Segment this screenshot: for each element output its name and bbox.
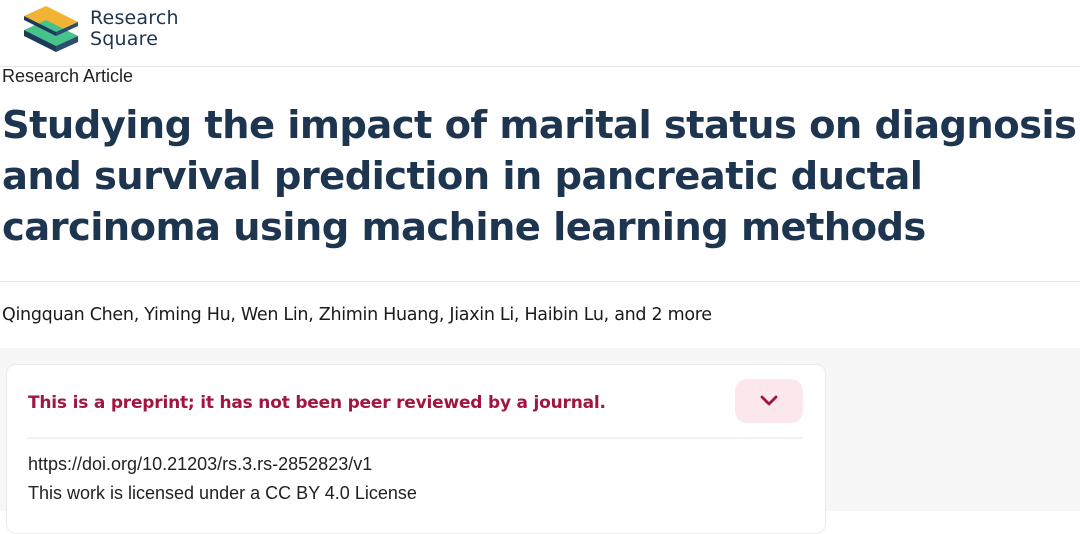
author-link[interactable]: Yiming Hu (144, 305, 230, 325)
author-link[interactable]: Qingquan Chen (2, 305, 134, 325)
site-header: Research Square (0, 0, 1080, 67)
author-link[interactable]: Jiaxin Li (449, 305, 514, 325)
article-title: Studying the impact of marital status on… (2, 103, 1077, 250)
site-name: Research Square (90, 8, 179, 50)
card-divider (27, 437, 803, 439)
author-link[interactable]: Haibin Lu (524, 305, 604, 325)
chevron-down-icon (760, 395, 778, 406)
expand-notice-button[interactable] (735, 379, 803, 423)
site-name-line1: Research (90, 7, 179, 29)
preprint-notice-card: This is a preprint; it has not been peer… (6, 364, 826, 534)
divider (0, 281, 1080, 282)
author-link[interactable]: Wen Lin (241, 305, 309, 325)
license-text: This work is licensed under a CC BY 4.0 … (28, 483, 417, 503)
research-square-logo-icon (24, 6, 78, 52)
more-authors-link[interactable]: and 2 more (614, 305, 712, 325)
site-logo[interactable]: Research Square (24, 6, 179, 52)
doi-link[interactable]: https://doi.org/10.21203/rs.3.rs-2852823… (28, 454, 372, 475)
article-type: Research Article (2, 66, 134, 86)
site-name-line2: Square (90, 28, 159, 50)
preprint-warning: This is a preprint; it has not been peer… (28, 393, 606, 413)
author-link[interactable]: Zhimin Huang (319, 305, 439, 325)
author-list: Qingquan Chen, Yiming Hu, Wen Lin, Zhimi… (2, 305, 712, 325)
